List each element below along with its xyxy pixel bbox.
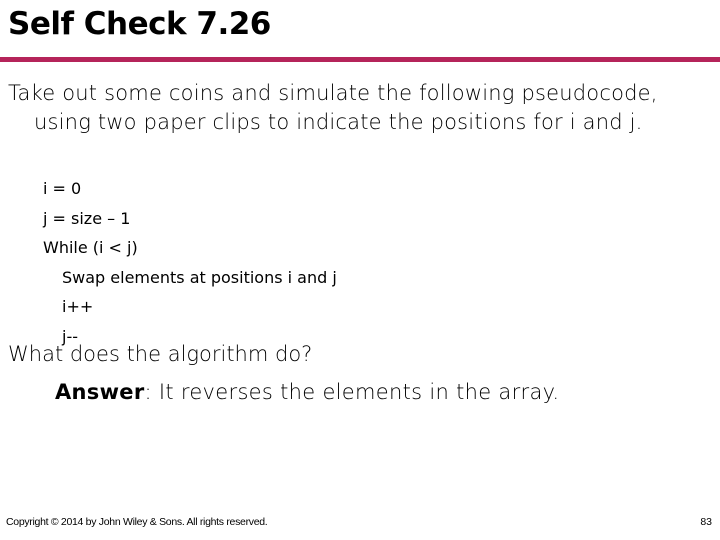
pseudocode-line: Swap elements at positions i and j (62, 267, 337, 287)
answer-label: Answer (55, 380, 145, 404)
pseudocode-line: i = 0 (43, 179, 82, 198)
title-divider (0, 57, 720, 62)
pseudocode-line: j = size – 1 (43, 208, 131, 228)
pseudocode-block: i = 0 j = size – 1 While (i < j) Swap el… (43, 174, 337, 351)
copyright-footer: Copyright © 2014 by John Wiley & Sons. A… (6, 516, 268, 528)
pseudocode-line: While (i < j) (43, 238, 138, 257)
page-number: 83 (700, 516, 712, 528)
intro-text: Take out some coins and simulate the fol… (8, 81, 658, 134)
answer-text: Answer: It reverses the elements in the … (55, 380, 559, 404)
answer-body: : It reverses the elements in the array. (144, 380, 560, 404)
slide-body: Take out some coins and simulate the fol… (8, 79, 698, 137)
slide-title: Self Check 7.26 (8, 6, 271, 42)
question-text: What does the algorithm do? (8, 342, 313, 366)
pseudocode-line: i++ (62, 297, 94, 316)
